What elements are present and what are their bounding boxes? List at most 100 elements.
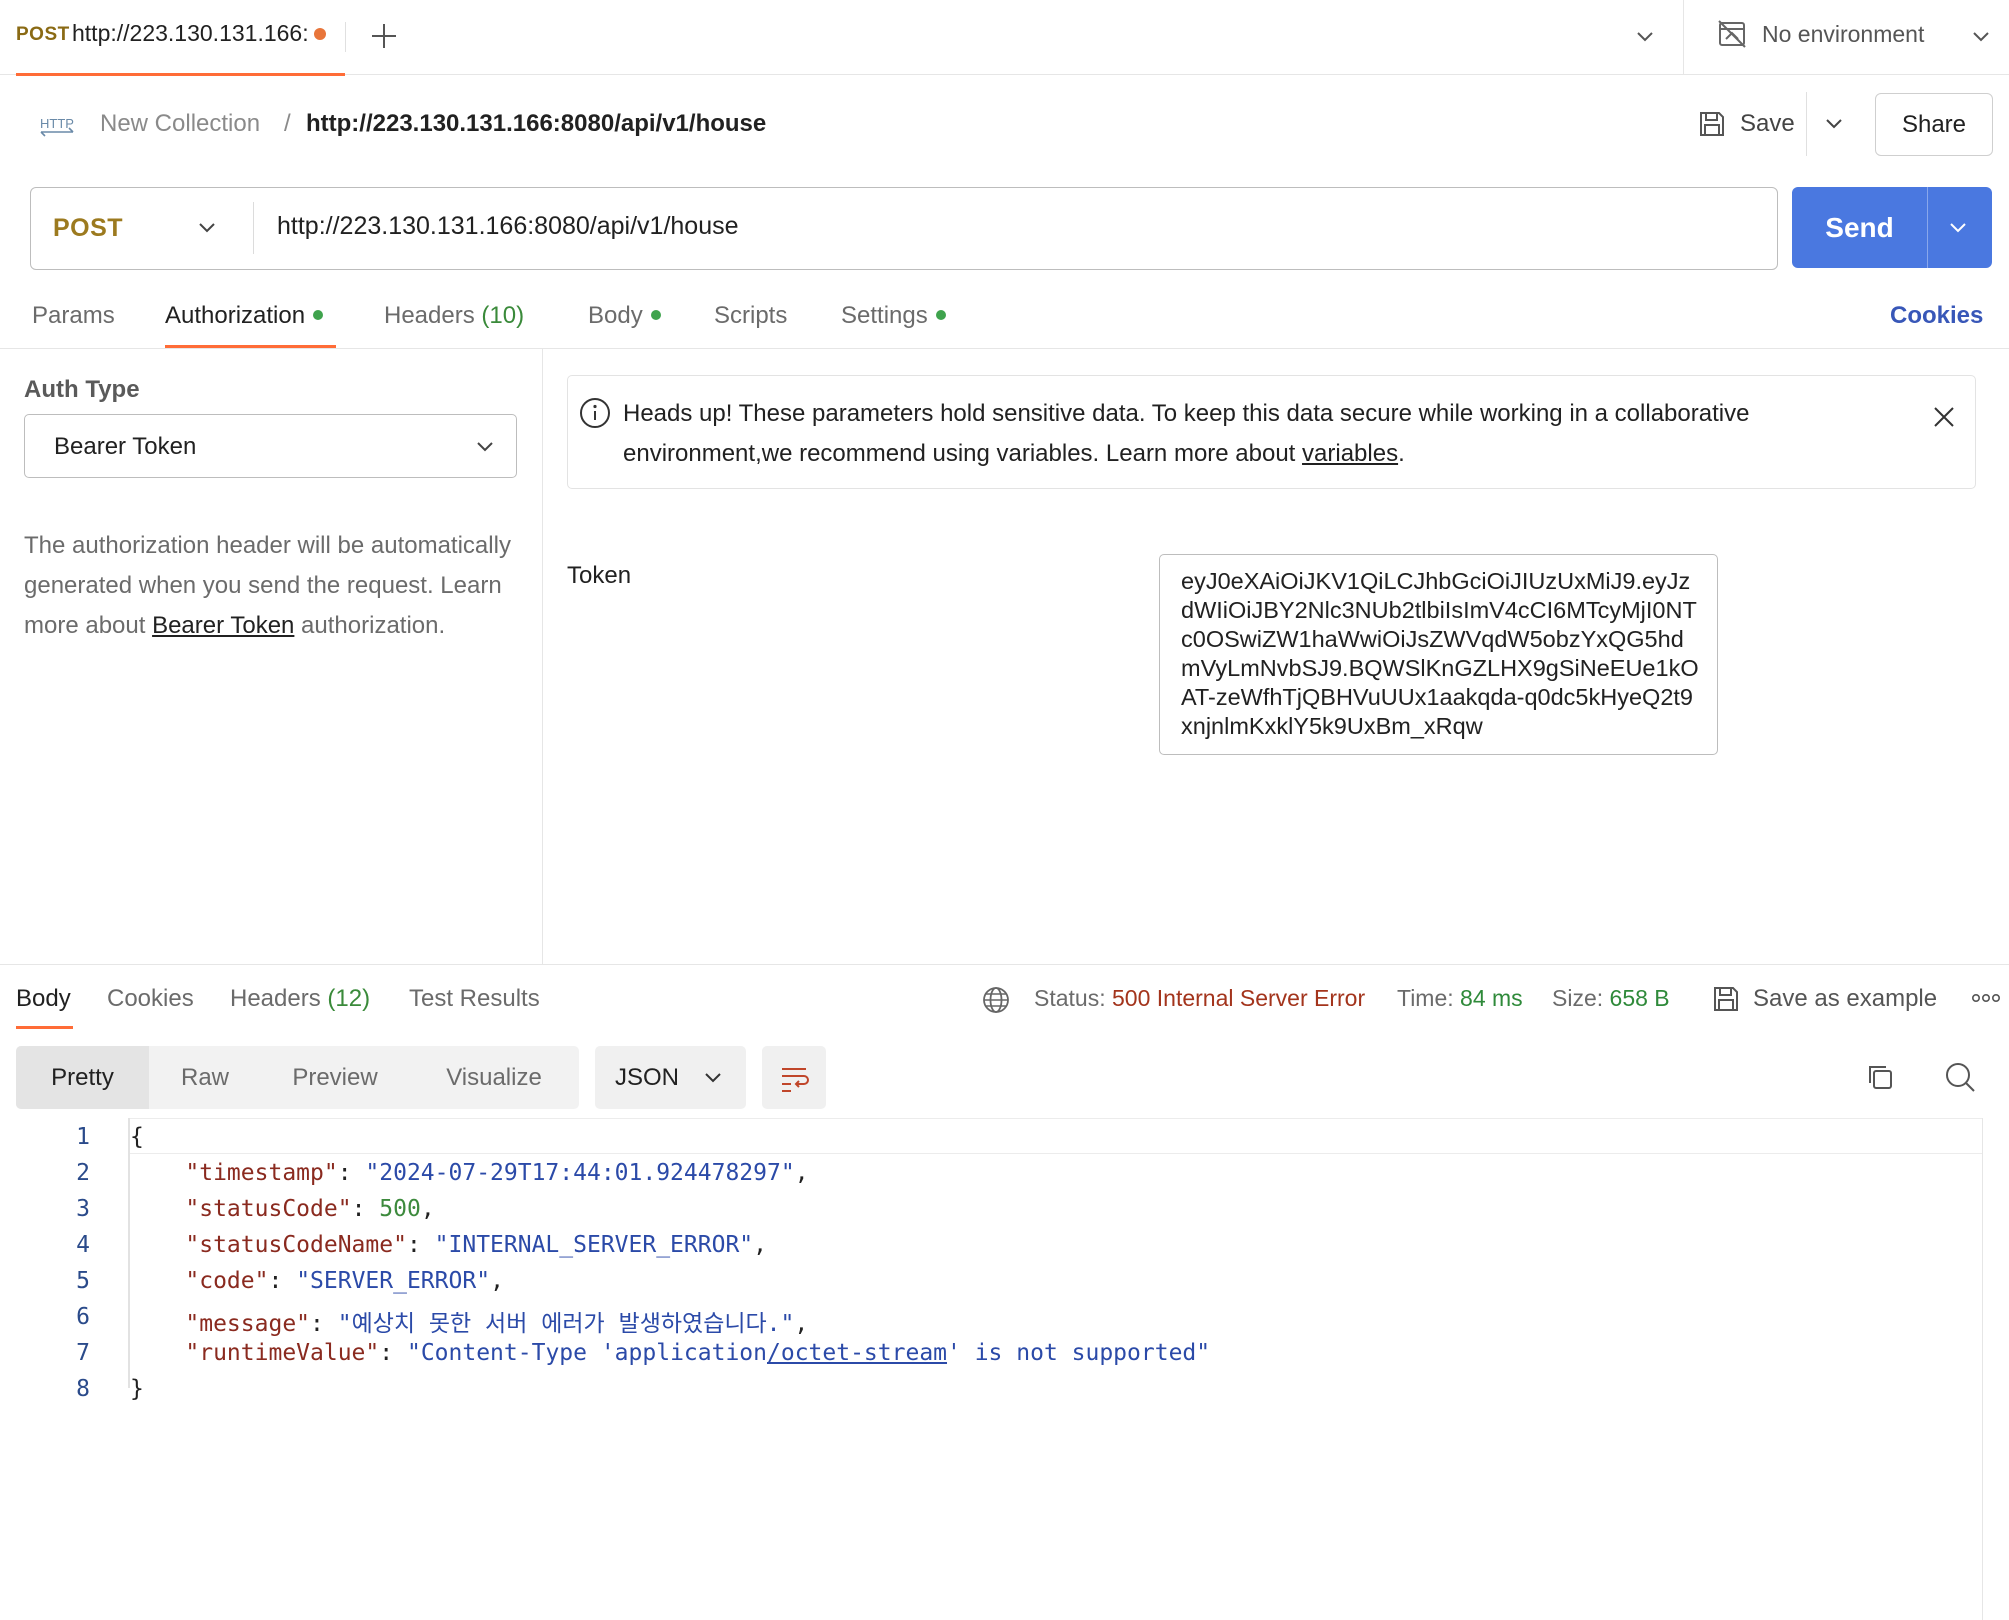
save-as-example-button[interactable]: Save as example [1753,985,1937,1013]
chevron-down-icon[interactable] [1820,110,1848,138]
share-button[interactable]: Share [1875,93,1993,156]
response-tab-cookies-label: Cookies [107,985,194,1012]
status-value: 500 Internal Server Error [1112,985,1366,1011]
send-divider [1927,187,1928,268]
code-line: "message": "예상치 못한 서버 에러가 발생하였습니다.", [185,1311,809,1337]
response-tab-body[interactable]: Body [16,985,71,1013]
json-brace: } [130,1376,144,1402]
line-number: 5 [76,1268,90,1294]
save-divider [1806,92,1807,156]
chevron-down-icon[interactable] [1944,214,1972,242]
ellipsis-icon[interactable] [1971,990,2001,1006]
url-input[interactable]: http://223.130.131.166:8080/api/v1/house [277,212,739,241]
send-button[interactable]: Send [1792,187,1992,268]
code-line: "statusCode": 500, [185,1196,435,1222]
json-value-link[interactable]: /octet-stream [767,1340,947,1366]
tab-divider [345,22,346,52]
environment-label: No environment [1762,21,1925,47]
close-icon[interactable] [1929,402,1959,432]
plus-icon[interactable] [366,18,402,54]
globe-icon[interactable] [980,984,1012,1016]
unsaved-indicator [314,28,326,40]
format-visualize[interactable]: Visualize [409,1046,579,1109]
language-label: JSON [615,1064,680,1091]
tab-authorization-label: Authorization [165,302,306,329]
breadcrumb-separator: / [284,110,291,137]
response-tab-test-results[interactable]: Test Results [409,985,540,1013]
token-label: Token [567,562,632,589]
tab-headers[interactable]: Headers (10) [384,302,524,330]
variables-link[interactable]: variables [1302,440,1398,467]
status-dot [935,310,946,320]
headers-count: (10) [481,302,525,329]
token-input[interactable]: eyJ0eXAiOiJKV1QiLCJhbGciOiJIUzUxMiJ9.eyJ… [1159,554,1718,755]
size-label: Size: [1552,985,1604,1011]
line-number: 2 [76,1160,90,1186]
method-divider [253,202,254,254]
word-wrap-button[interactable] [762,1046,826,1109]
no-environment-icon [1716,18,1748,50]
copy-icon[interactable] [1864,1061,1896,1093]
tab-scripts[interactable]: Scripts [714,302,787,330]
chevron-down-icon[interactable] [1966,22,1996,52]
breadcrumb-collection[interactable]: New Collection [100,110,260,138]
language-select[interactable]: JSON [595,1046,746,1109]
time-value: 84 ms [1460,985,1523,1011]
chevron-down-icon [471,433,499,461]
auth-type-label: Auth Type [24,376,140,403]
send-label: Send [1825,211,1894,243]
json-value: "Content-Type 'application [406,1340,767,1366]
method-select[interactable]: POST [31,188,253,268]
format-raw[interactable]: Raw [149,1046,261,1109]
bearer-token-link[interactable]: Bearer Token [152,612,294,639]
format-preview[interactable]: Preview [261,1046,409,1109]
http-icon: HTTP [38,108,78,142]
tabs-border [0,348,2009,349]
json-key: "runtimeValue" [185,1340,380,1366]
search-icon[interactable] [1943,1060,1977,1094]
tab-body-label: Body [588,302,643,329]
json-key: "code" [185,1268,269,1294]
code-line: "statusCodeName": "INTERNAL_SERVER_ERROR… [185,1232,768,1258]
tab-settings-label: Settings [841,302,928,329]
editor-scrollbar[interactable] [1982,1118,1983,1620]
url-bar: POST http://223.130.131.166:8080/api/v1/… [30,187,1778,270]
tab-authorization[interactable]: Authorization [165,302,324,330]
token-value: eyJ0eXAiOiJKV1QiLCJhbGciOiJIUzUxMiJ9.eyJ… [1181,568,1699,739]
floppy-disk-icon[interactable] [1710,983,1742,1015]
info-circle-icon [578,396,612,430]
breadcrumb-request-name[interactable]: http://223.130.131.166:8080/api/v1/house [306,110,766,138]
banner-text: Heads up! These parameters hold sensitiv… [623,394,1893,474]
json-value: 500 [379,1196,421,1222]
tab-params[interactable]: Params [32,302,115,330]
status-dot [650,310,661,320]
cookies-link[interactable]: Cookies [1890,302,1983,330]
response-tab-headers[interactable]: Headers (12) [230,985,370,1013]
tab-params-label: Params [32,302,115,329]
active-tab-underline [16,73,345,76]
json-value: ' is not supported" [947,1340,1211,1366]
auth-type-value: Bearer Token [54,433,197,460]
chevron-down-icon [193,214,221,242]
format-pretty[interactable]: Pretty [16,1046,149,1109]
time-label: Time: [1397,985,1454,1011]
size-value: 658 B [1609,985,1670,1011]
method-label: POST [53,214,124,242]
status-dot [313,310,324,320]
banner-end: . [1398,440,1405,467]
save-button[interactable]: Save [1740,110,1795,138]
word-wrap-icon [778,1062,810,1094]
auth-description: The authorization header will be automat… [24,526,514,646]
tab-scripts-label: Scripts [714,302,788,329]
tab-method-label: POST [16,24,70,45]
chevron-down-icon[interactable] [1630,22,1660,52]
chevron-down-icon [699,1064,727,1092]
auth-type-select[interactable]: Bearer Token [24,414,517,478]
tab-body[interactable]: Body [588,302,661,330]
floppy-disk-icon[interactable] [1696,108,1728,140]
line-number: 3 [76,1196,90,1222]
tab-settings[interactable]: Settings [841,302,946,330]
current-line-highlight [128,1118,1982,1154]
response-tab-cookies[interactable]: Cookies [107,985,194,1013]
line-number: 1 [76,1124,90,1150]
